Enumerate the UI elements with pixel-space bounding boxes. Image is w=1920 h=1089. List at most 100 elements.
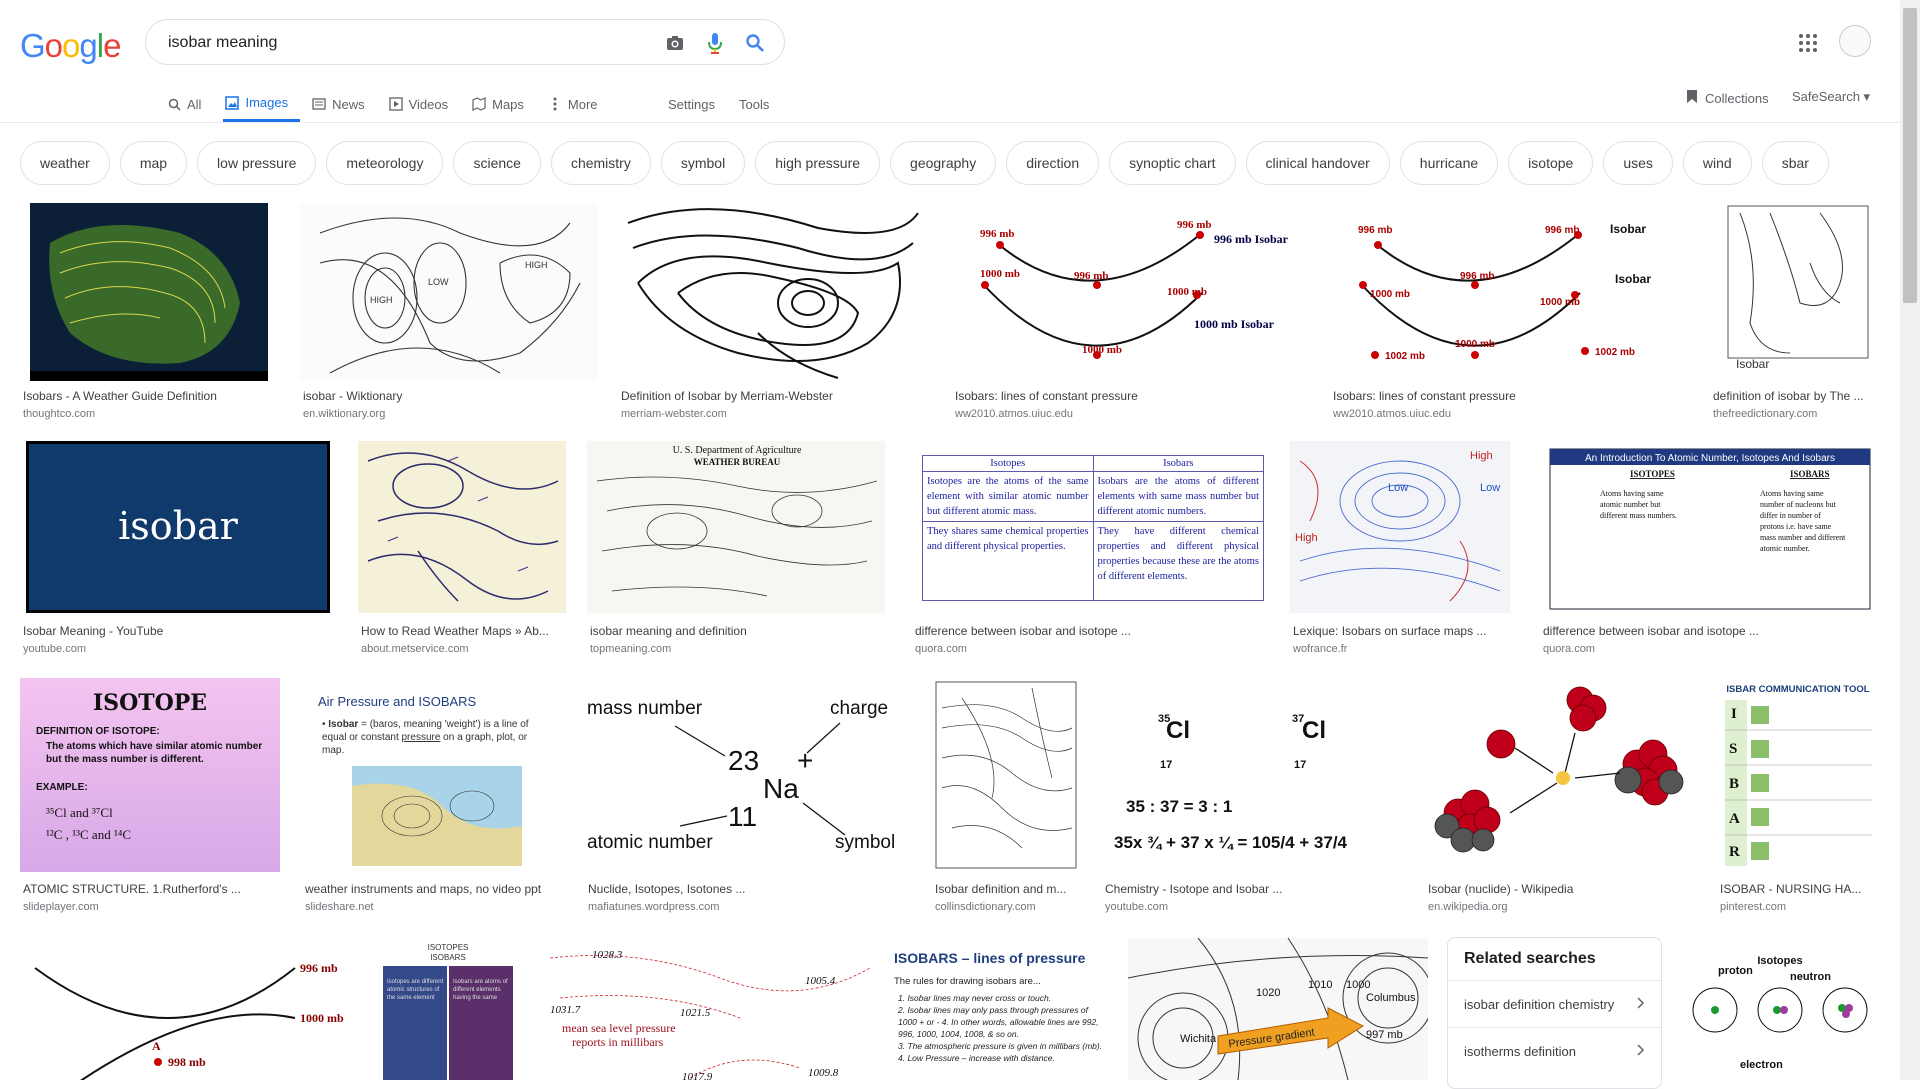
image-result[interactable]: Pressure gradient Wichita Columbus 1020 1010… — [1128, 938, 1428, 1080]
tab-videos[interactable]: Videos — [387, 86, 461, 122]
related-search-item[interactable]: isotherms definition — [1448, 1027, 1661, 1074]
chip-low-pressure[interactable]: low pressure — [197, 141, 317, 185]
result-caption[interactable]: difference between isobar and isotope ..… — [1543, 624, 1878, 638]
image-result[interactable]: Definition of Isobar by Merriam-Webster … — [618, 203, 936, 423]
result-caption[interactable]: Nuclide, Isotopes, Isotones ... — [588, 882, 913, 896]
tab-maps[interactable]: Maps — [470, 86, 536, 122]
result-thumbnail[interactable]: Isotopes proton neutron electron — [1680, 938, 1880, 1080]
result-thumbnail[interactable]: Pressure gradient Wichita Columbus 1020 1010… — [1128, 938, 1428, 1080]
result-caption[interactable]: ISOBAR - NURSING HA... — [1720, 882, 1880, 896]
image-result[interactable]: LOW HIGH HIGH isobar - Wiktionary en.wikti… — [300, 203, 600, 423]
image-result[interactable]: Cl 35 17 Cl 37 17 35 : 37 = 3 : 1 35x ¾ + 37 x … — [1102, 678, 1407, 918]
chip-direction[interactable]: direction — [1006, 141, 1100, 185]
image-result[interactable]: mass number charge atomic number symbol 23 Na… — [585, 678, 915, 918]
result-thumbnail[interactable]: isobar — [26, 441, 330, 613]
result-caption[interactable]: Isobar (nuclide) - Wikipedia — [1428, 882, 1698, 896]
chip-symbol[interactable]: symbol — [660, 141, 746, 185]
safesearch-dropdown[interactable]: SafeSearch ▾ — [1792, 89, 1870, 105]
mic-icon[interactable] — [703, 31, 727, 55]
result-thumbnail[interactable]: Air Pressure and ISOBARS • Isobar = (bar… — [302, 678, 564, 872]
result-caption[interactable]: Chemistry - Isotope and Isobar ... — [1105, 882, 1405, 896]
collections-link[interactable]: Collections — [1686, 89, 1769, 107]
related-search-item[interactable]: isobar definition chemistry — [1448, 980, 1661, 1027]
chip-geography[interactable]: geography — [890, 141, 997, 185]
search-icon[interactable] — [743, 31, 767, 55]
result-thumbnail[interactable]: High Low Low High — [1290, 441, 1510, 613]
tab-news[interactable]: News — [310, 86, 377, 122]
result-thumbnail[interactable]: mass number charge atomic number symbol 23 Na… — [585, 678, 911, 872]
result-thumbnail[interactable]: Isobar — [1710, 203, 1880, 381]
search-box[interactable] — [145, 19, 785, 65]
apps-grid-icon[interactable] — [1796, 31, 1820, 55]
result-thumbnail[interactable] — [1425, 678, 1697, 872]
result-thumbnail[interactable]: 1028.3 1005.4 1031.7 1021.5 1017.9 1009.8 mean… — [540, 938, 872, 1080]
chip-uses[interactable]: uses — [1603, 141, 1673, 185]
image-result[interactable]: 996 mb 996 mb 996 mb 1000 mb 1000 mb 1000 mb 9… — [952, 203, 1312, 423]
result-caption[interactable]: Isobar Meaning - YouTube — [23, 624, 333, 638]
chip-meteorology[interactable]: meteorology — [326, 141, 444, 185]
result-thumbnail[interactable] — [618, 203, 930, 381]
result-caption[interactable]: Isobars - A Weather Guide Definition — [23, 389, 273, 403]
image-result[interactable]: ISOTOPE DEFINITION OF ISOTOPE: The atoms… — [20, 678, 285, 918]
chip-science[interactable]: science — [453, 141, 541, 185]
result-thumbnail[interactable]: ISOBARS – lines of pressure The rules fo… — [890, 938, 1110, 1080]
result-caption[interactable]: Isobars: lines of constant pressure — [1333, 389, 1683, 403]
result-thumbnail[interactable]: ISOTOPE DEFINITION OF ISOTOPE: The atoms… — [20, 678, 280, 872]
result-thumbnail[interactable]: U. S. Department of Agriculture WEATHER B… — [587, 441, 885, 613]
image-result[interactable]: Isobar definition and m... collinsdictio… — [932, 678, 1082, 918]
chip-weather[interactable]: weather — [20, 141, 110, 185]
chip-clinical-handover[interactable]: clinical handover — [1245, 141, 1390, 185]
chip-high-pressure[interactable]: high pressure — [755, 141, 881, 185]
image-result[interactable]: ISBAR COMMUNICATION TOOL I S B A R ISOBAR - N… — [1717, 678, 1880, 918]
result-caption[interactable]: isobar - Wiktionary — [303, 389, 593, 403]
image-result[interactable]: Isotopes proton neutron electron — [1680, 938, 1880, 1080]
result-thumbnail[interactable] — [30, 203, 268, 381]
image-result[interactable]: Isobars - A Weather Guide Definition tho… — [20, 203, 280, 423]
camera-icon[interactable] — [663, 31, 687, 55]
image-result[interactable]: 996 mb 996 mb 996 mb 1000 mb 1000 mb 1000 mb 1… — [1330, 203, 1690, 423]
image-result[interactable]: High Low Low High Lexique: Isobars on surfa… — [1290, 441, 1510, 661]
google-logo[interactable]: Google — [20, 27, 121, 65]
result-caption[interactable]: definition of isobar by The ... — [1713, 389, 1878, 403]
result-caption[interactable]: Isobar definition and m... — [935, 882, 1080, 896]
search-input[interactable] — [166, 30, 650, 56]
result-thumbnail[interactable]: An Introduction To Atomic Number, Isotop… — [1540, 441, 1880, 613]
settings-link[interactable]: Settings — [668, 97, 715, 112]
result-thumbnail[interactable]: 996 mb 1000 mb A 998 mb — [20, 938, 355, 1080]
image-result[interactable]: U. S. Department of Agriculture WEATHER B… — [587, 441, 887, 661]
image-result[interactable]: Isobar definition of isobar by The ... t… — [1710, 203, 1880, 423]
result-caption[interactable]: weather instruments and maps, no video p… — [305, 882, 565, 896]
result-caption[interactable]: Isobars: lines of constant pressure — [955, 389, 1305, 403]
result-thumbnail[interactable]: 996 mb 996 mb 996 mb 1000 mb 1000 mb 1000 mb 9… — [952, 203, 1310, 381]
chip-map[interactable]: map — [119, 141, 188, 185]
chip-sbar[interactable]: sbar — [1761, 141, 1829, 185]
chip-wind[interactable]: wind — [1682, 141, 1752, 185]
image-result[interactable]: 1028.3 1005.4 1031.7 1021.5 1017.9 1009.8 mean… — [540, 938, 872, 1080]
chip-isotope[interactable]: isotope — [1508, 141, 1594, 185]
tab-more[interactable]: More — [546, 86, 610, 122]
image-result[interactable]: 996 mb 1000 mb A 998 mb — [20, 938, 356, 1080]
chip-synoptic-chart[interactable]: synoptic chart — [1109, 141, 1236, 185]
result-thumbnail[interactable]: 996 mb 996 mb 996 mb 1000 mb 1000 mb 1000 mb 1… — [1330, 203, 1688, 381]
result-caption[interactable]: difference between isobar and isotope ..… — [915, 624, 1265, 638]
chip-hurricane[interactable]: hurricane — [1399, 141, 1499, 185]
result-thumbnail[interactable]: ISOTOPES ISOBARS Isotopes are different ato… — [375, 938, 521, 1080]
result-caption[interactable]: Definition of Isobar by Merriam-Webster — [621, 389, 931, 403]
result-caption[interactable]: Lexique: Isobars on surface maps ... — [1293, 624, 1508, 638]
result-caption[interactable]: ATOMIC STRUCTURE. 1.Rutherford's ... — [23, 882, 278, 896]
result-thumbnail[interactable]: ISBAR COMMUNICATION TOOL I S B A R — [1717, 678, 1880, 872]
scrollbar[interactable] — [1900, 0, 1920, 1080]
image-result[interactable]: Isotopes Isotopes are the atoms of the s… — [912, 441, 1272, 661]
result-thumbnail[interactable] — [932, 678, 1080, 872]
chip-chemistry[interactable]: chemistry — [550, 141, 651, 185]
image-result[interactable]: isobar Isobar Meaning - YouTube youtube.… — [20, 441, 340, 661]
result-caption[interactable]: How to Read Weather Maps » Ab... — [361, 624, 566, 638]
image-result[interactable]: Isobar (nuclide) - Wikipedia en.wikipedi… — [1425, 678, 1700, 918]
image-result[interactable]: ISOBARS – lines of pressure The rules fo… — [890, 938, 1110, 1080]
image-result[interactable]: Air Pressure and ISOBARS • Isobar = (bar… — [302, 678, 567, 918]
avatar[interactable] — [1839, 25, 1871, 57]
tools-link[interactable]: Tools — [739, 97, 769, 112]
image-result[interactable]: ISOTOPES ISOBARS Isotopes are different ato… — [375, 938, 521, 1080]
result-thumbnail[interactable]: Cl 35 17 Cl 37 17 35 : 37 = 3 : 1 35x ¾ + 37 x … — [1102, 678, 1404, 872]
result-thumbnail[interactable]: Isotopes Isotopes are the atoms of the s… — [912, 441, 1270, 613]
